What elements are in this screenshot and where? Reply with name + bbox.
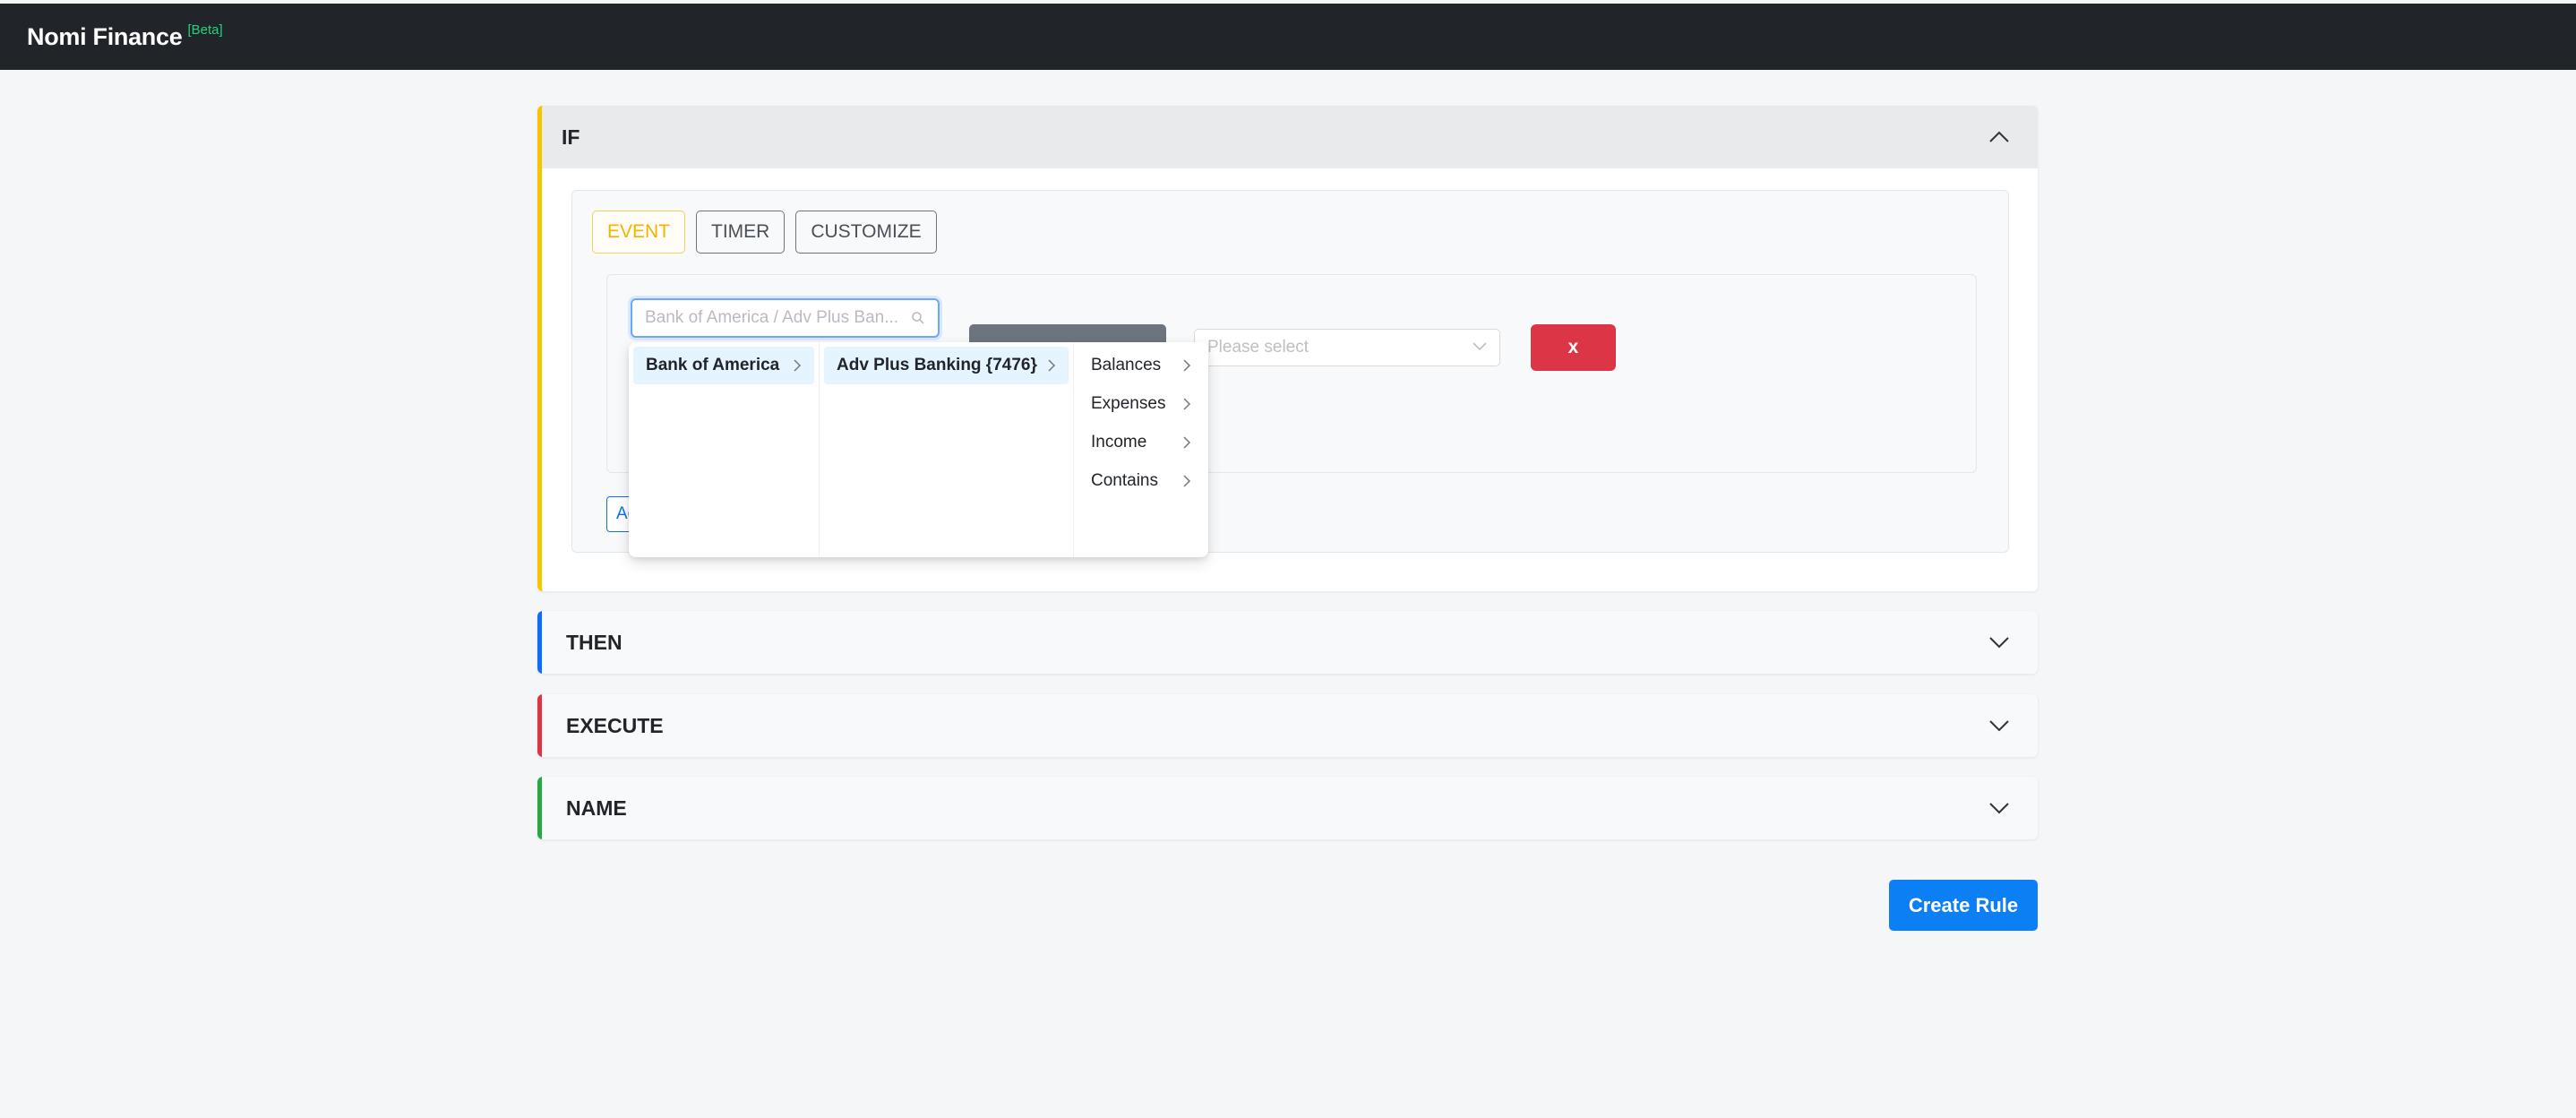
trigger-tabs: EVENT TIMER CUSTOMIZE xyxy=(592,211,937,254)
option-label: Income xyxy=(1091,433,1147,452)
tab-customize[interactable]: CUSTOMIZE xyxy=(795,211,937,254)
chevron-right-icon xyxy=(1048,359,1056,372)
tab-event[interactable]: EVENT xyxy=(592,211,686,254)
cascader-option-contains[interactable]: Contains xyxy=(1078,462,1204,500)
search-icon xyxy=(911,311,925,325)
cascader-column-account: Adv Plus Banking {7476} xyxy=(820,342,1074,557)
option-label: Bank of America xyxy=(646,356,780,374)
chevron-down-icon[interactable] xyxy=(1988,796,2011,820)
chevron-down-icon[interactable] xyxy=(1988,714,2011,737)
top-navbar: Nomi Finance [Beta] xyxy=(0,4,2576,70)
execute-section-title: EXECUTE xyxy=(566,713,664,737)
beta-badge: [Beta] xyxy=(187,22,223,38)
cascader-option-expenses[interactable]: Expenses xyxy=(1078,385,1204,423)
chevron-right-icon xyxy=(1183,359,1191,372)
cascader-option-bank-of-america[interactable]: Bank of America xyxy=(633,347,814,384)
name-section-title: NAME xyxy=(566,796,627,820)
cascader-column-bank: Bank of America xyxy=(629,342,820,557)
chevron-down-icon xyxy=(1473,340,1487,356)
select-placeholder: Please select xyxy=(1207,338,1309,357)
chevron-right-icon xyxy=(1183,475,1191,487)
cascader-option-adv-plus-banking[interactable]: Adv Plus Banking {7476} xyxy=(824,347,1069,384)
value-select[interactable]: Please select xyxy=(1194,329,1500,366)
if-section-title: IF xyxy=(562,125,580,149)
create-rule-button[interactable]: Create Rule xyxy=(1889,880,2038,931)
cascader-column-category: Balances Expenses Income Contains xyxy=(1074,342,1208,557)
then-section-title: THEN xyxy=(566,630,623,654)
option-label: Contains xyxy=(1091,471,1158,490)
chevron-right-icon xyxy=(794,359,802,372)
then-section: THEN xyxy=(537,611,2038,674)
chevron-right-icon xyxy=(1183,436,1191,449)
option-label: Adv Plus Banking {7476} xyxy=(837,356,1037,374)
cascader-dropdown: Bank of America Adv Plus Banking {7476} … xyxy=(629,342,1208,557)
option-label: Balances xyxy=(1091,356,1162,374)
cascader-option-balances[interactable]: Balances xyxy=(1078,347,1204,384)
chevron-down-icon[interactable] xyxy=(1988,631,2011,654)
execute-section: EXECUTE xyxy=(537,694,2038,757)
cascader-placeholder: Bank of America / Adv Plus Ban... xyxy=(645,308,899,327)
account-cascader-input[interactable]: Bank of America / Adv Plus Ban... xyxy=(631,298,940,338)
remove-condition-button[interactable]: x xyxy=(1531,324,1616,371)
name-section: NAME xyxy=(537,777,2038,839)
if-section-header[interactable]: IF xyxy=(542,106,2038,168)
then-section-header[interactable]: THEN xyxy=(537,611,2038,674)
execute-section-header[interactable]: EXECUTE xyxy=(537,694,2038,757)
chevron-right-icon xyxy=(1183,398,1191,410)
name-section-header[interactable]: NAME xyxy=(537,777,2038,839)
chevron-up-icon[interactable] xyxy=(1988,125,2011,149)
cascader-option-income[interactable]: Income xyxy=(1078,424,1204,461)
app-brand[interactable]: Nomi Finance xyxy=(27,23,183,51)
tab-timer[interactable]: TIMER xyxy=(696,211,786,254)
option-label: Expenses xyxy=(1091,394,1166,413)
